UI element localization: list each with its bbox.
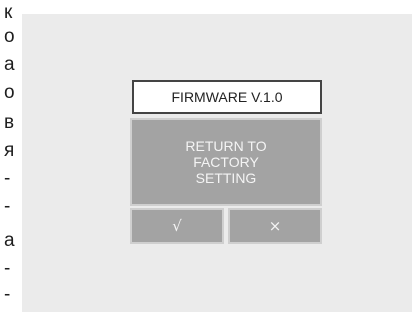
- clipped-side-text: к о а о в я - - а - -: [0, 0, 18, 312]
- side-text-glyph: -: [4, 258, 11, 279]
- reset-message-text: RETURN TO FACTORY SETTING: [185, 138, 267, 186]
- device-screen: FIRMWARE V.1.0 RETURN TO FACTORY SETTING…: [22, 14, 412, 312]
- factory-reset-dialog: FIRMWARE V.1.0 RETURN TO FACTORY SETTING…: [130, 78, 324, 244]
- confirm-button[interactable]: √: [130, 208, 224, 244]
- side-text-glyph: о: [4, 82, 15, 103]
- side-text-glyph: о: [4, 26, 15, 47]
- side-text-glyph: а: [4, 230, 15, 251]
- side-text-glyph: я: [4, 140, 15, 161]
- firmware-version-label: FIRMWARE V.1.0: [171, 89, 283, 105]
- side-text-glyph: к: [4, 2, 13, 23]
- side-text-glyph: в: [4, 112, 15, 133]
- check-icon: √: [172, 216, 182, 235]
- reset-message-panel: RETURN TO FACTORY SETTING: [130, 118, 322, 206]
- cancel-button[interactable]: ×: [228, 208, 322, 244]
- side-text-glyph: а: [4, 54, 15, 75]
- side-text-glyph: -: [4, 168, 11, 189]
- firmware-title-box: FIRMWARE V.1.0: [132, 80, 322, 114]
- close-icon: ×: [268, 216, 282, 235]
- side-text-glyph: -: [4, 284, 11, 305]
- side-text-glyph: -: [4, 196, 11, 217]
